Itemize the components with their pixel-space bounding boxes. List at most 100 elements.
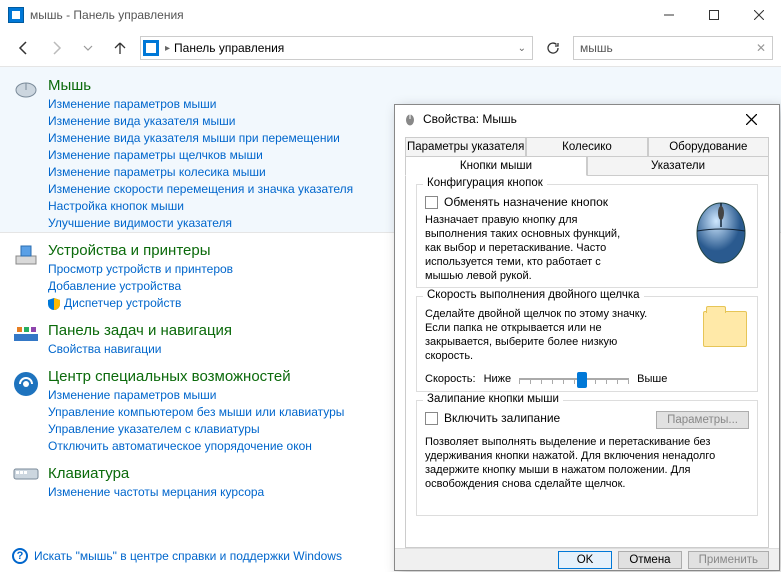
clicklock-params-button[interactable]: Параметры... [656, 411, 749, 429]
link-label: Управление указателем с клавиатуры [48, 421, 260, 438]
search-value: мышь [580, 41, 613, 55]
folder-test-icon[interactable] [703, 311, 747, 347]
link-label: Отключить автоматическое упорядочение ок… [48, 438, 312, 455]
section-link[interactable]: Добавление устройства [48, 278, 233, 295]
link-label: Изменение вида указателя мыши [48, 113, 235, 130]
tab-buttons[interactable]: Кнопки мыши [405, 156, 587, 176]
group-button-config: Конфигурация кнопок Обменять назначение … [416, 184, 758, 288]
section-link[interactable]: Изменение частоты мерцания курсора [48, 484, 264, 501]
section-icon [12, 242, 48, 312]
link-label: Свойства навигации [48, 341, 161, 358]
section-link[interactable]: Улучшение видимости указателя [48, 215, 353, 232]
recent-dropdown[interactable] [76, 36, 100, 60]
speed-high: Выше [637, 373, 667, 385]
dialog-close-button[interactable] [731, 105, 771, 133]
tab-pointer-options[interactable]: Параметры указателя [405, 137, 526, 156]
group-title: Конфигурация кнопок [423, 177, 547, 189]
section-icon [12, 77, 48, 232]
breadcrumb-dropdown-icon[interactable]: ⌄ [512, 43, 532, 54]
speed-label: Скорость: [425, 373, 476, 385]
clicklock-checkbox-row[interactable]: Включить залипание [425, 411, 560, 425]
section-link[interactable]: Изменение параметры щелчков мыши [48, 147, 353, 164]
link-label: Изменение частоты мерцания курсора [48, 484, 264, 501]
apply-button[interactable]: Применить [688, 551, 769, 569]
tab-panel-buttons: Конфигурация кнопок Обменять назначение … [405, 176, 769, 548]
link-label: Изменение параметров мыши [48, 96, 217, 113]
section-title[interactable]: Устройства и принтеры [48, 242, 233, 259]
mouse-properties-dialog: Свойства: Мышь Параметры указателя Колес… [394, 104, 780, 571]
link-label: Изменение параметров мыши [48, 387, 217, 404]
section-link[interactable]: Просмотр устройств и принтеров [48, 261, 233, 278]
section-title[interactable]: Клавиатура [48, 465, 264, 482]
refresh-button[interactable] [541, 36, 565, 60]
tab-pointers[interactable]: Указатели [587, 156, 769, 176]
checkbox-icon[interactable] [425, 196, 438, 209]
section-title[interactable]: Мышь [48, 77, 353, 94]
window-titlebar: мышь - Панель управления [0, 0, 781, 30]
section-title[interactable]: Панель задач и навигация [48, 322, 232, 339]
swap-buttons-label: Обменять назначение кнопок [444, 195, 608, 209]
section-link[interactable]: Изменение параметры колесика мыши [48, 164, 353, 181]
breadcrumb-text[interactable]: Панель управления [174, 41, 284, 55]
ok-button[interactable]: OK [558, 551, 613, 569]
swap-buttons-desc: Назначает правую кнопку для выполнения т… [425, 213, 625, 283]
link-label: Добавление устройства [48, 278, 181, 295]
section-link[interactable]: Диспетчер устройств [48, 295, 233, 312]
navbar: ▸ Панель управления ⌄ мышь ✕ [0, 30, 781, 66]
checkbox-icon[interactable] [425, 412, 438, 425]
back-button[interactable] [12, 36, 36, 60]
section-link[interactable]: Настройка кнопок мыши [48, 198, 353, 215]
control-panel-icon [8, 7, 24, 23]
mouse-icon [403, 112, 417, 126]
dialog-titlebar[interactable]: Свойства: Мышь [395, 105, 779, 133]
breadcrumb-cp-icon [143, 40, 159, 56]
section-link[interactable]: Изменение параметров мыши [48, 387, 344, 404]
clicklock-label: Включить залипание [444, 411, 560, 425]
section-icon [12, 322, 48, 358]
section-link[interactable]: Изменение скорости перемещения и значка … [48, 181, 353, 198]
mouse-illustration-icon [691, 193, 751, 265]
clicklock-desc: Позволяет выполнять выделение и перетаск… [425, 435, 749, 491]
link-label: Изменение скорости перемещения и значка … [48, 181, 353, 198]
group-title: Залипание кнопки мыши [423, 393, 563, 405]
up-button[interactable] [108, 36, 132, 60]
speed-desc: Сделайте двойной щелчок по этому значку.… [425, 307, 665, 363]
section-link[interactable]: Изменение вида указателя мыши [48, 113, 353, 130]
doubleclick-speed-slider[interactable] [519, 369, 629, 389]
clear-search-icon[interactable]: ✕ [756, 41, 766, 55]
section-link[interactable]: Отключить автоматическое упорядочение ок… [48, 438, 344, 455]
minimize-button[interactable] [646, 0, 691, 30]
link-label: Изменение параметры щелчков мыши [48, 147, 263, 164]
group-clicklock: Залипание кнопки мыши Включить залипание… [416, 400, 758, 516]
speed-low: Ниже [484, 373, 512, 385]
section-title[interactable]: Центр специальных возможностей [48, 368, 344, 385]
cancel-button[interactable]: Отмена [618, 551, 681, 569]
section-icon [12, 368, 48, 455]
tab-wheel[interactable]: Колесико [526, 137, 647, 156]
slider-thumb-icon[interactable] [577, 372, 587, 388]
link-label: Изменение вида указателя мыши при переме… [48, 130, 340, 147]
link-label: Просмотр устройств и принтеров [48, 261, 233, 278]
window-title: мышь - Панель управления [30, 8, 184, 22]
section-link[interactable]: Управление указателем с клавиатуры [48, 421, 344, 438]
breadcrumb[interactable]: ▸ Панель управления ⌄ [140, 36, 533, 60]
section-link[interactable]: Изменение вида указателя мыши при переме… [48, 130, 353, 147]
dialog-title: Свойства: Мышь [423, 112, 517, 126]
link-label: Изменение параметры колесика мыши [48, 164, 266, 181]
section-icon [12, 465, 48, 501]
link-label: Улучшение видимости указателя [48, 215, 232, 232]
chevron-right-icon[interactable]: ▸ [161, 43, 174, 54]
section-link[interactable]: Свойства навигации [48, 341, 232, 358]
forward-button[interactable] [44, 36, 68, 60]
link-label: Настройка кнопок мыши [48, 198, 184, 215]
dialog-button-row: OK Отмена Применить [395, 548, 779, 570]
tab-hardware[interactable]: Оборудование [648, 137, 769, 156]
group-title: Скорость выполнения двойного щелчка [423, 289, 644, 301]
close-button[interactable] [736, 0, 781, 30]
maximize-button[interactable] [691, 0, 736, 30]
group-doubleclick-speed: Скорость выполнения двойного щелчка Сдел… [416, 296, 758, 392]
search-input[interactable]: мышь ✕ [573, 36, 773, 60]
section-link[interactable]: Управление компьютером без мыши или клав… [48, 404, 344, 421]
help-link[interactable]: ? Искать "мышь" в центре справки и подде… [12, 548, 342, 564]
section-link[interactable]: Изменение параметров мыши [48, 96, 353, 113]
